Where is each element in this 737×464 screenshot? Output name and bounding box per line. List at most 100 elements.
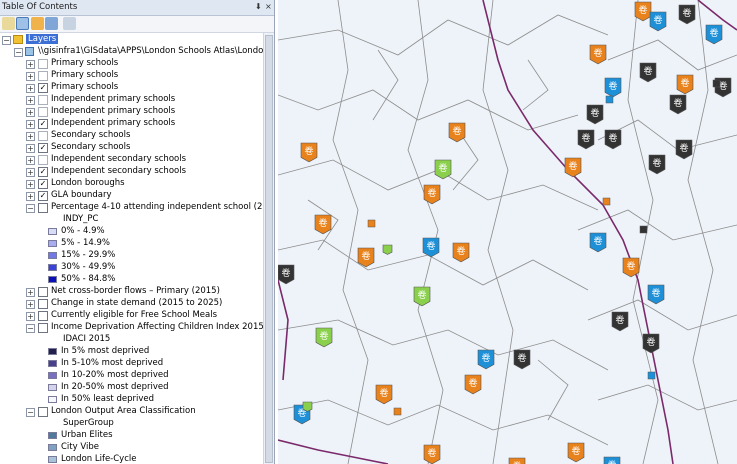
- school-marker-icon[interactable]: 卷: [423, 184, 441, 205]
- list-by-source-icon[interactable]: [16, 17, 29, 30]
- pin-icon[interactable]: ⬇: [255, 2, 262, 11]
- options-icon[interactable]: [63, 17, 76, 30]
- school-marker-icon[interactable]: 卷: [300, 142, 318, 163]
- layer-visibility-checkbox[interactable]: [38, 59, 48, 69]
- layer-visibility-checkbox[interactable]: [38, 287, 48, 297]
- layer-expander[interactable]: +: [26, 312, 35, 321]
- layer-expander[interactable]: +: [26, 288, 35, 297]
- toc-scrollbar[interactable]: [263, 33, 274, 464]
- school-marker-icon[interactable]: 卷: [705, 24, 723, 45]
- idaci-expander[interactable]: −: [26, 324, 35, 333]
- layer-visibility-checkbox[interactable]: [38, 107, 48, 117]
- oac-layer-name[interactable]: London Output Area Classification: [51, 406, 196, 416]
- indy-layer-name[interactable]: Percentage 4-10 attending independent sc…: [51, 202, 274, 212]
- school-marker-icon[interactable]: 卷: [513, 349, 531, 370]
- layer-name[interactable]: Independent secondary schools: [51, 154, 186, 164]
- school-marker-icon[interactable]: 卷: [375, 384, 393, 405]
- oac-expander[interactable]: −: [26, 408, 35, 417]
- school-marker-icon[interactable]: 卷: [315, 327, 333, 348]
- layers-expander[interactable]: −: [2, 36, 11, 45]
- school-marker-icon[interactable]: 卷: [622, 257, 640, 278]
- school-marker-icon[interactable]: 卷: [278, 264, 295, 285]
- list-by-visibility-icon[interactable]: [31, 17, 44, 30]
- layer-expander[interactable]: +: [26, 168, 35, 177]
- layer-visibility-checkbox[interactable]: [38, 95, 48, 105]
- layer-name[interactable]: Independent primary schools: [51, 118, 175, 128]
- school-marker-icon[interactable]: 卷: [452, 242, 470, 263]
- school-marker-icon[interactable]: 卷: [649, 11, 667, 32]
- school-marker-icon[interactable]: 卷: [678, 4, 696, 25]
- school-marker-icon[interactable]: 卷: [564, 157, 582, 178]
- list-by-selection-icon[interactable]: [45, 17, 58, 30]
- layer-expander[interactable]: +: [26, 132, 35, 141]
- layer-expander[interactable]: +: [26, 84, 35, 93]
- layer-expander[interactable]: +: [26, 300, 35, 309]
- frame-expander[interactable]: −: [14, 48, 23, 57]
- school-marker-icon[interactable]: 卷: [567, 442, 585, 463]
- layer-expander[interactable]: +: [26, 72, 35, 81]
- layer-visibility-checkbox[interactable]: ✓: [38, 119, 48, 129]
- layer-visibility-checkbox[interactable]: [38, 299, 48, 309]
- layer-visibility-checkbox[interactable]: ✓: [38, 191, 48, 201]
- layer-visibility-checkbox[interactable]: ✓: [38, 167, 48, 177]
- layer-name[interactable]: Primary schools: [51, 82, 118, 92]
- school-marker-icon[interactable]: [302, 401, 313, 412]
- layer-visibility-checkbox[interactable]: [38, 71, 48, 81]
- layer-visibility-checkbox[interactable]: ✓: [38, 83, 48, 93]
- school-marker-icon[interactable]: 卷: [611, 311, 629, 332]
- layer-expander[interactable]: +: [26, 144, 35, 153]
- school-marker-icon[interactable]: 卷: [422, 237, 440, 258]
- layer-expander[interactable]: +: [26, 108, 35, 117]
- school-marker-icon[interactable]: 卷: [448, 122, 466, 143]
- school-marker-icon[interactable]: 卷: [589, 44, 607, 65]
- school-marker-icon[interactable]: 卷: [586, 104, 604, 125]
- map-view[interactable]: 卷卷卷卷卷卷卷卷卷卷卷卷卷卷卷卷卷卷卷卷卷卷卷卷卷卷卷卷卷卷卷卷卷卷卷卷卷卷卷卷…: [278, 0, 737, 464]
- school-marker-icon[interactable]: 卷: [639, 62, 657, 83]
- school-marker-icon[interactable]: 卷: [577, 129, 595, 150]
- layer-name[interactable]: Currently eligible for Free School Meals: [51, 310, 217, 320]
- layer-name[interactable]: GLA boundary: [51, 190, 112, 200]
- layer-name[interactable]: Primary schools: [51, 70, 118, 80]
- layer-visibility-checkbox[interactable]: [38, 311, 48, 321]
- layer-name[interactable]: Independent secondary schools: [51, 166, 186, 176]
- school-marker-icon[interactable]: 卷: [508, 457, 526, 464]
- layer-visibility-checkbox[interactable]: [38, 131, 48, 141]
- school-marker-icon[interactable]: 卷: [676, 74, 694, 95]
- school-marker-icon[interactable]: 卷: [648, 154, 666, 175]
- layer-name[interactable]: Independent primary schools: [51, 94, 175, 104]
- layer-expander[interactable]: +: [26, 120, 35, 129]
- school-marker-icon[interactable]: 卷: [413, 286, 431, 307]
- scrollbar-thumb[interactable]: [265, 35, 273, 463]
- school-marker-icon[interactable]: 卷: [647, 284, 665, 305]
- layers-root-label[interactable]: Layers: [26, 34, 59, 44]
- layer-expander[interactable]: +: [26, 192, 35, 201]
- layer-name[interactable]: Secondary schools: [51, 130, 130, 140]
- indy-visibility-checkbox[interactable]: [38, 203, 48, 213]
- idaci-visibility-checkbox[interactable]: [38, 323, 48, 333]
- list-by-drawing-order-icon[interactable]: [2, 17, 15, 30]
- school-marker-icon[interactable]: 卷: [604, 77, 622, 98]
- layer-visibility-checkbox[interactable]: ✓: [38, 143, 48, 153]
- layer-name[interactable]: Independent primary schools: [51, 106, 175, 116]
- school-marker-icon[interactable]: 卷: [464, 374, 482, 395]
- school-marker-icon[interactable]: 卷: [357, 247, 375, 268]
- school-marker-icon[interactable]: 卷: [314, 214, 332, 235]
- layer-name[interactable]: Secondary schools: [51, 142, 130, 152]
- school-marker-icon[interactable]: 卷: [675, 139, 693, 160]
- school-marker-icon[interactable]: 卷: [589, 232, 607, 253]
- layer-name[interactable]: London boroughs: [51, 178, 125, 188]
- school-marker-icon[interactable]: 卷: [423, 444, 441, 464]
- indy-expander[interactable]: −: [26, 204, 35, 213]
- layer-expander[interactable]: +: [26, 180, 35, 189]
- layer-name[interactable]: Change in state demand (2015 to 2025): [51, 298, 222, 308]
- layer-expander[interactable]: +: [26, 156, 35, 165]
- school-marker-icon[interactable]: [382, 244, 393, 255]
- layer-name[interactable]: Primary schools: [51, 58, 118, 68]
- school-marker-icon[interactable]: 卷: [642, 333, 660, 354]
- layer-name[interactable]: Net cross-border flows – Primary (2015): [51, 286, 220, 296]
- map-canvas[interactable]: 卷卷卷卷卷卷卷卷卷卷卷卷卷卷卷卷卷卷卷卷卷卷卷卷卷卷卷卷卷卷卷卷卷卷卷卷卷卷卷卷…: [278, 0, 737, 464]
- layer-visibility-checkbox[interactable]: [38, 155, 48, 165]
- school-marker-icon[interactable]: 卷: [669, 94, 687, 115]
- idaci-layer-name[interactable]: Income Deprivation Affecting Children In…: [51, 322, 264, 332]
- school-marker-icon[interactable]: 卷: [477, 349, 495, 370]
